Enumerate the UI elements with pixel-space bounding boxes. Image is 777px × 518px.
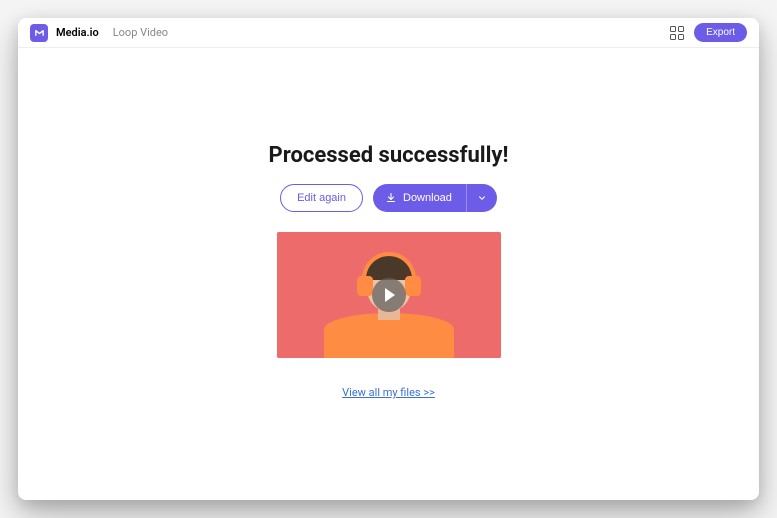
- brand-logo-icon[interactable]: [30, 24, 48, 42]
- header-left: Media.io Loop Video: [30, 24, 168, 42]
- video-thumbnail[interactable]: [277, 232, 501, 358]
- main-content: Processed successfully! Edit again Downl…: [18, 48, 759, 500]
- chevron-down-icon: [477, 193, 487, 203]
- brand-name[interactable]: Media.io: [56, 26, 99, 39]
- edit-again-button[interactable]: Edit again: [280, 184, 363, 212]
- play-icon[interactable]: [372, 278, 406, 312]
- export-button[interactable]: Export: [694, 23, 747, 42]
- download-dropdown-button[interactable]: [466, 184, 497, 212]
- download-label: Download: [403, 192, 452, 204]
- download-icon: [385, 192, 397, 204]
- apps-grid-icon[interactable]: [670, 26, 684, 40]
- download-button-group: Download: [373, 184, 497, 212]
- header-right: Export: [670, 23, 747, 42]
- header-bar: Media.io Loop Video Export: [18, 18, 759, 48]
- view-files-link[interactable]: View all my files >>: [342, 386, 435, 399]
- breadcrumb: Loop Video: [113, 26, 168, 39]
- app-window: Media.io Loop Video Export Processed suc…: [18, 18, 759, 500]
- download-button[interactable]: Download: [373, 184, 466, 212]
- action-buttons: Edit again Download: [280, 184, 497, 212]
- success-title: Processed successfully!: [269, 143, 509, 168]
